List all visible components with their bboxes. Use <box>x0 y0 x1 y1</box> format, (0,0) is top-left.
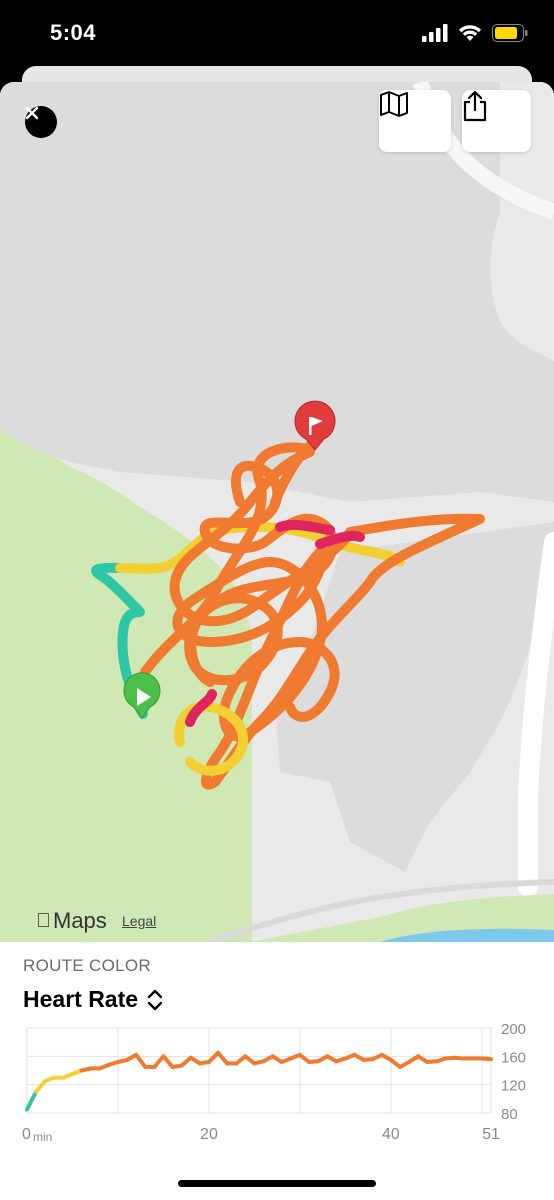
route-color-label: ROUTE COLOR <box>23 956 151 975</box>
home-indicator[interactable] <box>178 1180 376 1187</box>
chart-x-unit-label: min <box>33 1130 52 1144</box>
status-bar: 5:04 <box>0 0 554 70</box>
route-color-panel: ROUTE COLOR Heart Rate 200 160 120 80 0 min 20… <box>0 942 554 1200</box>
chart-x-tick-label: 51 <box>482 1126 500 1143</box>
chart-series-segment <box>152 1054 166 1069</box>
metric-selector[interactable]: Heart Rate <box>23 986 164 1013</box>
map-canvas[interactable] <box>0 82 554 942</box>
chart-series-segment <box>25 1089 39 1112</box>
map-style-button[interactable] <box>379 90 451 152</box>
route-map[interactable]:  Maps Legal <box>0 82 554 942</box>
close-icon <box>25 106 39 120</box>
heart-rate-chart: 200 160 120 80 0 min 20 40 51 <box>22 1022 526 1144</box>
cellular-signal-icon <box>422 24 448 42</box>
map-icon <box>380 91 408 117</box>
chart-x-tick-label: 40 <box>382 1126 400 1143</box>
chart-series-segment <box>34 1079 48 1094</box>
chart-series-segment <box>216 1050 230 1066</box>
status-icons <box>422 24 528 42</box>
chart-y-tick-label: 120 <box>501 1078 526 1095</box>
chart-series-segment <box>479 1056 493 1062</box>
chart-x-tick-label: 20 <box>200 1126 218 1143</box>
chart-y-tick-label: 160 <box>501 1049 526 1066</box>
apple-logo-icon:  <box>36 910 51 933</box>
share-icon <box>463 90 487 122</box>
chart-x-tick-label: 0 <box>22 1126 31 1143</box>
chart-y-tick-label: 200 <box>501 1022 526 1038</box>
maps-logo-text: Maps <box>38 908 107 933</box>
chevron-up-down-icon <box>147 989 163 1010</box>
apple-maps-logo:  Maps <box>36 908 107 934</box>
legal-link[interactable]: Legal <box>122 913 156 929</box>
status-time: 5:04 <box>50 20 97 45</box>
close-button[interactable] <box>25 106 57 138</box>
battery-icon <box>492 24 528 42</box>
metric-label: Heart Rate <box>23 986 139 1012</box>
chart-y-tick-label: 80 <box>501 1106 518 1123</box>
chart-series-segment <box>161 1054 175 1069</box>
workout-route-sheet:  Maps Legal ROUTE COLOR Heart Rate 2001… <box>0 82 554 1200</box>
share-button[interactable] <box>462 90 531 152</box>
wifi-icon <box>459 25 481 41</box>
